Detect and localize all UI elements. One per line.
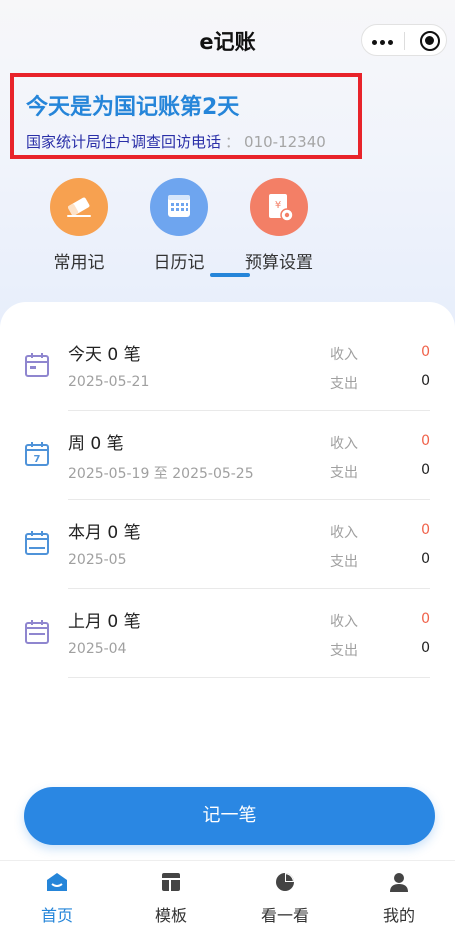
expense-value: 0 [421,373,430,389]
income-value: 0 [421,344,430,360]
expense-value: 0 [421,551,430,567]
quick-action-label: 常用记 [53,253,105,273]
svg-text:¥: ¥ [275,200,281,211]
row-divider [68,677,430,678]
summary-row-last-month[interactable]: 上月 0 笔 2025-04 收入 支出 0 0 [0,589,455,678]
banner-subtitle: 国家统计局住户调查回访电话： 010-12340 [26,131,326,152]
navbar: e记账 [0,0,455,80]
tab-label: 模板 [154,906,187,925]
calendar-lastmonth-icon [25,620,49,644]
eraser-icon [50,178,108,236]
calendar-today-icon [25,353,49,377]
svg-text:7: 7 [34,454,41,465]
expense-label: 支出 [330,465,358,481]
row-date: 2025-04 [68,641,127,657]
capsule-divider [404,32,405,50]
tab-label: 看一看 [260,906,309,925]
expense-label: 支出 [330,554,358,570]
summary-row-month[interactable]: 本月 0 笔 2025-05 收入 支出 0 0 [0,500,455,589]
income-label: 收入 [330,614,358,630]
row-date: 2025-05-21 [68,374,150,390]
income-value: 0 [421,522,430,538]
row-title: 上月 0 笔 [68,612,141,632]
tab-label: 首页 [40,906,73,925]
income-value: 0 [421,433,430,449]
quick-action-common[interactable]: 常用记 [29,178,129,278]
close-target-icon[interactable] [420,31,440,51]
summary-row-today[interactable]: 今天 0 笔 2025-05-21 收入 支出 0 0 [0,322,455,411]
calendar-month-icon [25,531,49,555]
income-label: 收入 [330,525,358,541]
income-value: 0 [421,611,430,627]
calendar-icon [150,178,208,236]
tab-home[interactable]: 首页 [0,871,114,926]
row-title: 今天 0 笔 [68,345,141,365]
active-tab-indicator [210,273,250,277]
hotline-label: 国家统计局住户调查回访电话 [26,133,222,151]
income-label: 收入 [330,436,358,452]
row-date: 2025-05 [68,552,127,568]
tab-explore[interactable]: 看一看 [228,871,342,926]
notice-banner: 今天是为国记账第2天 国家统计局住户调查回访电话： 010-12340 [10,73,362,159]
user-icon [390,873,408,892]
quick-action-label: 预算设置 [245,253,313,273]
quick-action-label: 日历记 [153,253,205,273]
row-title: 周 0 笔 [68,434,124,454]
expense-value: 0 [421,462,430,478]
mini-program-capsule [361,24,447,56]
home-icon [47,873,67,891]
template-icon [162,873,180,891]
hotline-phone[interactable]: 010-12340 [244,133,326,151]
tab-label: 我的 [382,906,415,925]
budget-icon: ¥ [250,178,308,236]
quick-action-calendar[interactable]: 日历记 [129,178,229,278]
tab-template[interactable]: 模板 [114,871,228,926]
summary-row-week[interactable]: 7 周 0 笔 2025-05-19 至 2025-05-25 收入 支出 0 … [0,411,455,500]
tab-bar: 首页 模板 看一看 我的 [0,860,455,936]
expense-label: 支出 [330,376,358,392]
pie-chart-icon [276,873,294,891]
expense-value: 0 [421,640,430,656]
more-icon[interactable] [372,40,394,45]
expense-label: 支出 [330,643,358,659]
tab-profile[interactable]: 我的 [342,871,455,926]
banner-title: 今天是为国记账第2天 [26,95,240,120]
row-title: 本月 0 笔 [68,523,141,543]
hotline-separator: ： [225,133,241,151]
record-button[interactable]: 记一笔 [24,787,435,845]
calendar-week-icon: 7 [25,442,49,466]
income-label: 收入 [330,347,358,363]
quick-action-budget[interactable]: ¥ 预算设置 [229,178,329,278]
row-date: 2025-05-19 至 2025-05-25 [68,466,254,482]
